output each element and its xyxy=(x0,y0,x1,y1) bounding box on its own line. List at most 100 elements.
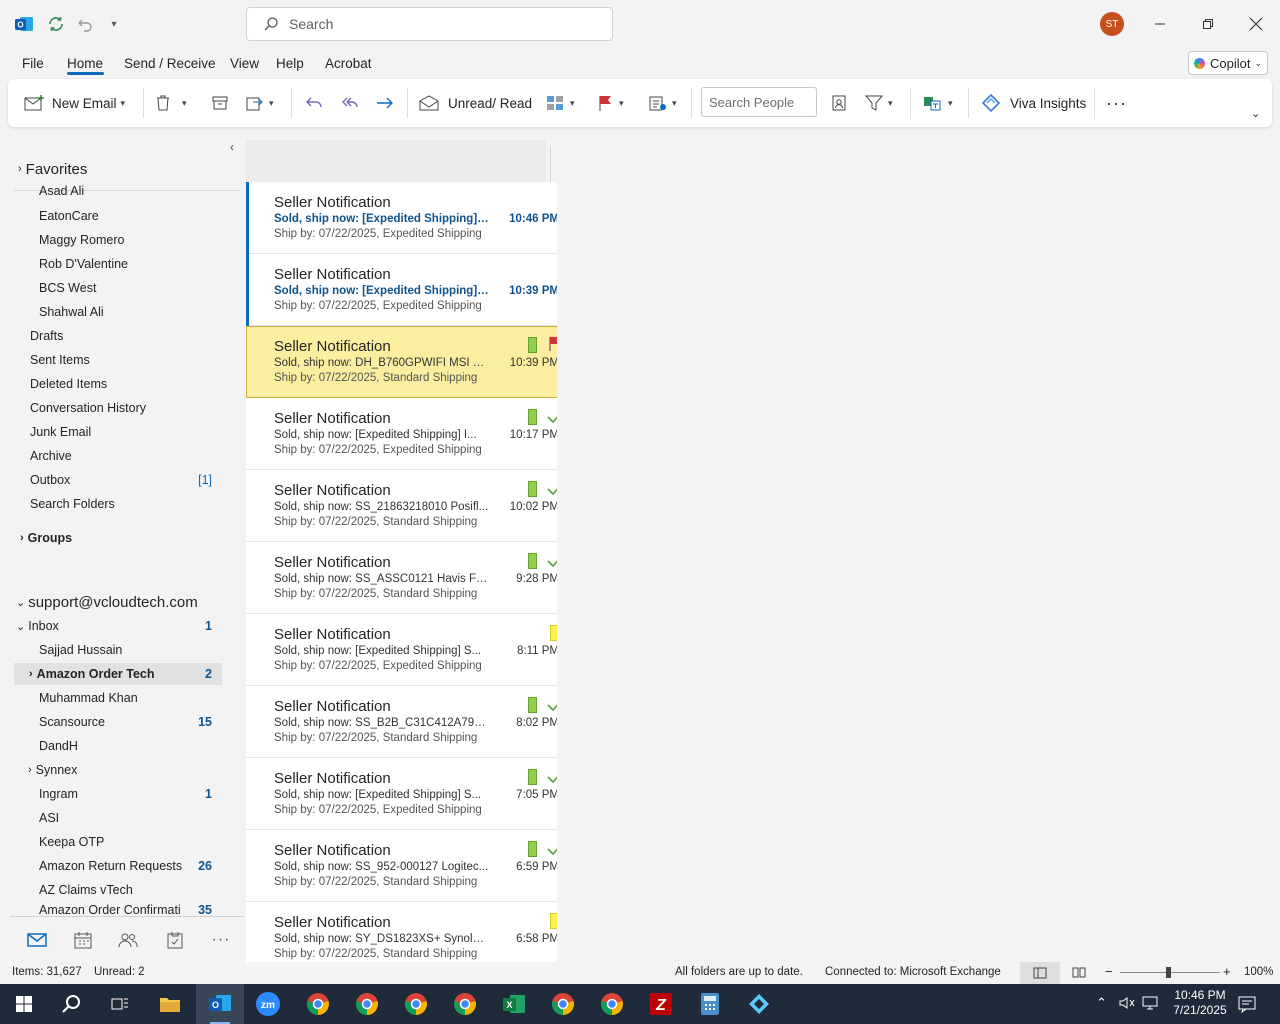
chrome-icon[interactable] xyxy=(304,990,332,1018)
folder-junk-email[interactable]: Junk Email xyxy=(30,421,91,443)
category-green-icon[interactable] xyxy=(528,337,537,353)
account-header[interactable]: ⌄ support@vcloudtech.com xyxy=(16,591,198,613)
folder-asi[interactable]: ASI xyxy=(39,807,59,829)
zoom-app-icon[interactable]: zm xyxy=(254,990,282,1018)
more-apps-icon[interactable]: ··· xyxy=(210,929,232,951)
customize-toolbar-icon[interactable]: ▾ xyxy=(102,12,126,36)
category-green-icon[interactable] xyxy=(528,553,537,569)
chrome-profile-icon[interactable] xyxy=(451,990,479,1018)
folder-amazon-order-confirmations[interactable]: Amazon Order Confirmati 35 xyxy=(39,903,212,915)
move-button[interactable]: ▾ xyxy=(245,89,274,117)
folder-sajjad-hussain[interactable]: Sajjad Hussain xyxy=(39,639,122,661)
task-view-icon[interactable] xyxy=(106,990,134,1018)
folder-archive[interactable]: Archive xyxy=(30,445,72,467)
filezilla-icon[interactable]: Z xyxy=(647,990,675,1018)
reading-view-button[interactable] xyxy=(1072,966,1086,981)
restore-icon[interactable] xyxy=(1196,12,1220,36)
sync-icon[interactable] xyxy=(44,12,68,36)
archive-button[interactable] xyxy=(211,89,229,117)
remote-app-icon[interactable] xyxy=(745,990,773,1018)
excel-icon[interactable]: X xyxy=(500,990,528,1018)
folder-outbox[interactable]: Outbox [1] xyxy=(30,469,212,491)
people-icon[interactable] xyxy=(117,929,139,951)
message-row[interactable]: Seller Notification Sold, ship now: [Exp… xyxy=(246,254,584,326)
categorize-button[interactable]: ▾ xyxy=(546,89,575,117)
outlook-taskbar-icon[interactable]: O xyxy=(206,990,234,1018)
folder-inbox[interactable]: ⌄ Inbox 1 xyxy=(16,615,212,637)
folder-drafts[interactable]: Drafts xyxy=(30,325,63,347)
folder-rob-dvalentine[interactable]: Rob D'Valentine xyxy=(39,253,128,275)
tab-send-receive[interactable]: Send / Receive xyxy=(124,56,216,71)
show-hidden-icons-icon[interactable]: ⌃ xyxy=(1096,995,1107,1011)
message-row[interactable]: Seller Notification Sold, ship now: SS_2… xyxy=(246,470,584,542)
tab-acrobat[interactable]: Acrobat xyxy=(325,56,372,71)
zoom-slider-thumb[interactable] xyxy=(1166,967,1171,978)
taskbar-search-icon[interactable] xyxy=(58,990,86,1018)
folder-keepa-otp[interactable]: Keepa OTP xyxy=(39,831,104,853)
network-icon[interactable] xyxy=(1142,995,1160,1014)
groups-header[interactable]: › Groups xyxy=(20,527,72,549)
avatar[interactable]: ST xyxy=(1100,12,1124,36)
folder-synnex[interactable]: › Synnex xyxy=(28,759,77,781)
folder-amazon-order-tech[interactable]: › Amazon Order Tech 2 xyxy=(14,663,222,685)
collapse-pane-icon[interactable]: ‹ xyxy=(230,140,234,154)
category-green-icon[interactable] xyxy=(528,769,537,785)
folder-bcs-west[interactable]: BCS West xyxy=(39,277,96,299)
unread-read-button[interactable]: Unread/ Read xyxy=(418,89,532,117)
file-explorer-icon[interactable] xyxy=(156,990,184,1018)
tab-help[interactable]: Help xyxy=(276,56,304,71)
pane-divider[interactable] xyxy=(550,146,551,182)
chevron-down-icon[interactable]: ▾ xyxy=(948,98,953,109)
chevron-down-icon[interactable]: ▾ xyxy=(888,98,893,109)
message-row[interactable]: Seller Notification Sold, ship now: [Exp… xyxy=(246,182,584,254)
message-row[interactable]: Seller Notification Sold, ship now: [Exp… xyxy=(246,614,584,686)
message-row[interactable]: Seller Notification Sold, ship now: SS_B… xyxy=(246,686,584,758)
notifications-icon[interactable] xyxy=(1238,995,1256,1016)
message-row[interactable]: Seller Notification Sold, ship now: SY_D… xyxy=(246,902,584,962)
filter-email-button[interactable]: ▾ xyxy=(864,89,893,117)
folder-sent-items[interactable]: Sent Items xyxy=(30,349,90,371)
favorites-header[interactable]: › Favorites xyxy=(18,158,87,180)
chevron-down-icon[interactable]: ▾ xyxy=(619,98,624,109)
reply-button[interactable] xyxy=(304,89,324,117)
chevron-down-icon[interactable]: ▾ xyxy=(269,98,274,109)
chrome-profile-icon[interactable] xyxy=(402,990,430,1018)
message-row-selected[interactable]: Seller Notification Sold, ship now: DH_B… xyxy=(246,326,584,398)
folder-asad-ali[interactable]: Asad Ali xyxy=(39,183,84,199)
calculator-icon[interactable] xyxy=(696,990,724,1018)
category-green-icon[interactable] xyxy=(528,409,537,425)
tab-home[interactable]: Home xyxy=(67,56,103,71)
flag-button[interactable]: ▾ xyxy=(597,89,624,117)
zoom-level[interactable]: 100% xyxy=(1244,966,1273,978)
category-green-icon[interactable] xyxy=(528,697,537,713)
message-row[interactable]: Seller Notification Sold, ship now: SS_9… xyxy=(246,830,584,902)
speaker-muted-icon[interactable] xyxy=(1118,995,1136,1014)
folder-scansource[interactable]: Scansource 15 xyxy=(39,711,212,733)
forward-button[interactable] xyxy=(374,89,396,117)
chrome-profile-icon[interactable] xyxy=(549,990,577,1018)
message-row[interactable]: Seller Notification Sold, ship now: [Exp… xyxy=(246,398,584,470)
folder-eatoncare[interactable]: EatonCare xyxy=(39,205,99,227)
folder-deleted-items[interactable]: Deleted Items xyxy=(30,373,107,395)
folder-amazon-return-requests[interactable]: Amazon Return Requests 26 xyxy=(39,855,212,877)
chevron-down-icon[interactable]: ▾ xyxy=(121,98,126,109)
folder-muhammad-khan[interactable]: Muhammad Khan xyxy=(39,687,138,709)
search-people-input[interactable]: Search People xyxy=(701,87,817,117)
normal-view-button[interactable] xyxy=(1020,962,1060,984)
tab-file[interactable]: File xyxy=(22,56,44,71)
translate-button[interactable]: ▾ xyxy=(922,89,953,117)
tab-view[interactable]: View xyxy=(230,56,259,71)
chrome-profile-icon[interactable] xyxy=(598,990,626,1018)
copilot-button[interactable]: Copilot ⌄ xyxy=(1188,51,1268,75)
mail-icon[interactable] xyxy=(26,929,48,951)
new-email-button[interactable]: New Email ▾ xyxy=(24,89,125,117)
undo-icon[interactable] xyxy=(73,12,97,36)
tasks-icon[interactable] xyxy=(164,929,186,951)
delete-button[interactable]: ▾ xyxy=(154,89,187,117)
expand-ribbon-icon[interactable]: ⌄ xyxy=(1251,99,1260,127)
chevron-down-icon[interactable]: ▾ xyxy=(570,98,575,109)
rules-button[interactable]: ▾ xyxy=(648,89,677,117)
close-icon[interactable] xyxy=(1244,12,1268,36)
chevron-down-icon[interactable]: ▾ xyxy=(182,98,187,109)
reply-all-button[interactable] xyxy=(339,89,361,117)
